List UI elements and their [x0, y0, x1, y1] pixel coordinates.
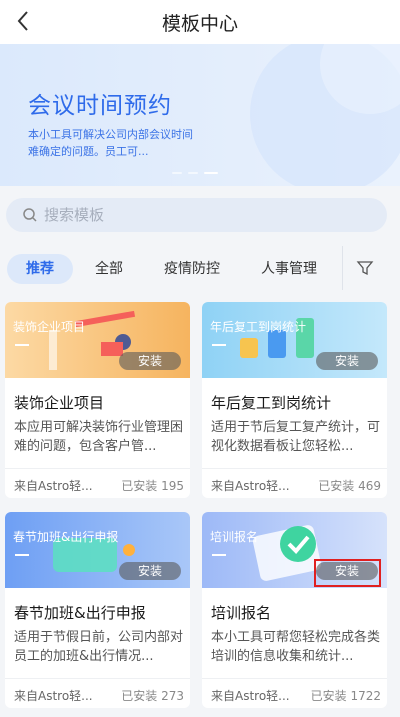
card-tag-underline — [212, 554, 226, 556]
card-footer: 来自Astro轻... 已安装 469 — [202, 468, 387, 498]
search-input[interactable] — [44, 206, 344, 224]
tab-epidemic[interactable]: 疫情防控 — [155, 254, 229, 284]
card-footer: 来自Astro轻... 已安装 195 — [5, 468, 190, 498]
card-tag: 培训报名 — [210, 530, 259, 544]
carousel-dot-active[interactable] — [204, 172, 218, 174]
card-footer: 来自Astro轻... 已安装 273 — [5, 678, 190, 708]
card-description: 本应用可解决装饰行业管理困难的问题，包含客户管... — [14, 420, 184, 454]
install-button[interactable]: 安装 — [119, 562, 181, 580]
card-tag: 装饰企业项目 — [13, 320, 86, 334]
card-tag-underline — [212, 344, 226, 346]
template-card[interactable]: 春节加班&出行申报 安装 春节加班&出行申报 适用于节假日前，公司内部对员工的加… — [5, 512, 190, 708]
filter-icon[interactable] — [356, 259, 374, 277]
template-card[interactable]: 装饰企业项目 安装 装饰企业项目 本应用可解决装饰行业管理困难的问题，包含客户管… — [5, 302, 190, 498]
card-title: 培训报名 — [211, 604, 272, 622]
card-tag-underline — [15, 344, 29, 346]
card-source: 来自Astro轻... — [211, 479, 290, 493]
banner-title: 会议时间预约 — [28, 93, 172, 119]
card-tag: 年后复工到岗统计 — [210, 320, 307, 334]
card-title: 装饰企业项目 — [14, 394, 105, 412]
card-footer: 来自Astro轻... 已安装 1722 — [202, 678, 387, 708]
card-title: 年后复工到岗统计 — [211, 394, 332, 412]
template-card[interactable]: 年后复工到岗统计 安装 年后复工到岗统计 适用于节后复工复产统计，可视化数据看板… — [202, 302, 387, 498]
install-count: 已安装 195 — [121, 479, 184, 493]
install-button[interactable]: 安装 — [316, 352, 378, 370]
highlight-box — [314, 559, 381, 587]
search-bar[interactable] — [6, 198, 387, 232]
card-description: 适用于节假日前，公司内部对员工的加班&出行情况... — [14, 630, 184, 664]
search-icon — [23, 208, 37, 222]
card-tag: 春节加班&出行申报 — [13, 530, 119, 544]
back-arrow-icon[interactable] — [12, 8, 36, 34]
carousel-dots — [172, 172, 218, 174]
tab-hr[interactable]: 人事管理 — [252, 254, 326, 284]
tab-all[interactable]: 全部 — [84, 254, 134, 284]
top-bar: 模板中心 — [0, 0, 400, 44]
install-count: 已安装 273 — [121, 689, 184, 703]
banner-description: 本小工具可解决公司内部会议时间难确定的问题。员工可... — [28, 128, 193, 158]
card-description: 适用于节后复工复产统计，可视化数据看板让您轻松... — [211, 420, 381, 454]
install-count: 已安装 1722 — [310, 689, 381, 703]
page-title: 模板中心 — [161, 12, 238, 35]
template-card[interactable]: 培训报名 安装 培训报名 本小工具可帮您轻松完成各类培训的信息收集和统计... … — [202, 512, 387, 708]
card-tag-underline — [15, 554, 29, 556]
install-count: 已安装 469 — [318, 479, 381, 493]
carousel-dot[interactable] — [172, 172, 182, 174]
card-source: 来自Astro轻... — [14, 479, 93, 493]
tab-recommended[interactable]: 推荐 — [7, 254, 73, 284]
card-description: 本小工具可帮您轻松完成各类培训的信息收集和统计... — [211, 630, 381, 664]
carousel-dot[interactable] — [188, 172, 198, 174]
install-button[interactable]: 安装 — [119, 352, 181, 370]
tab-divider — [342, 246, 343, 290]
card-source: 来自Astro轻... — [14, 689, 93, 703]
card-title: 春节加班&出行申报 — [14, 604, 146, 622]
card-source: 来自Astro轻... — [211, 689, 290, 703]
banner-carousel[interactable]: 会议时间预约 本小工具可解决公司内部会议时间难确定的问题。员工可... — [0, 44, 400, 186]
category-tabs: 推荐 全部 疫情防控 人事管理 — [0, 246, 400, 292]
